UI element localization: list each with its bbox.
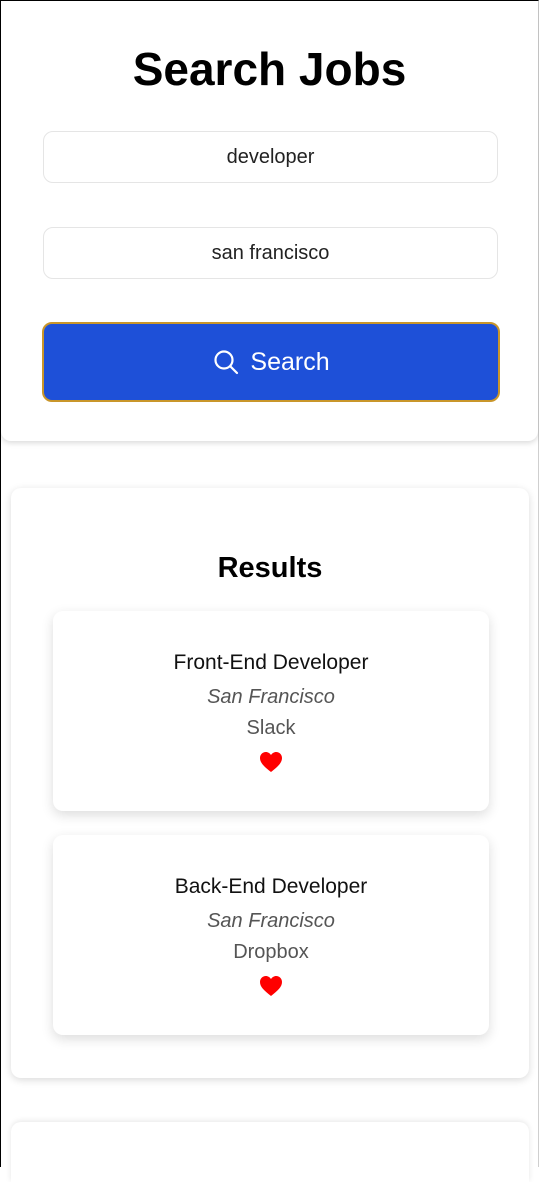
location-input[interactable] bbox=[43, 227, 498, 279]
job-card[interactable]: Back-End Developer San Francisco Dropbox bbox=[53, 835, 489, 1035]
next-panel bbox=[11, 1122, 529, 1182]
job-title: Front-End Developer bbox=[173, 651, 369, 674]
results-panel: Results Front-End Developer San Francisc… bbox=[11, 488, 529, 1078]
page-title: Search Jobs bbox=[132, 43, 407, 95]
results-title: Results bbox=[217, 552, 323, 584]
search-icon bbox=[214, 350, 239, 375]
job-company: Slack bbox=[246, 717, 296, 739]
job-location: San Francisco bbox=[207, 910, 335, 932]
search-panel: Search Jobs Search bbox=[1, 1, 538, 441]
search-button-label: Search bbox=[250, 347, 330, 376]
heart-icon[interactable] bbox=[259, 751, 283, 773]
keyword-input[interactable] bbox=[43, 131, 498, 183]
search-button[interactable]: Search bbox=[42, 322, 500, 402]
job-company: Dropbox bbox=[233, 941, 309, 963]
job-card[interactable]: Front-End Developer San Francisco Slack bbox=[53, 611, 489, 811]
heart-icon[interactable] bbox=[259, 975, 283, 997]
job-title: Back-End Developer bbox=[174, 875, 368, 898]
job-location: San Francisco bbox=[207, 686, 335, 708]
